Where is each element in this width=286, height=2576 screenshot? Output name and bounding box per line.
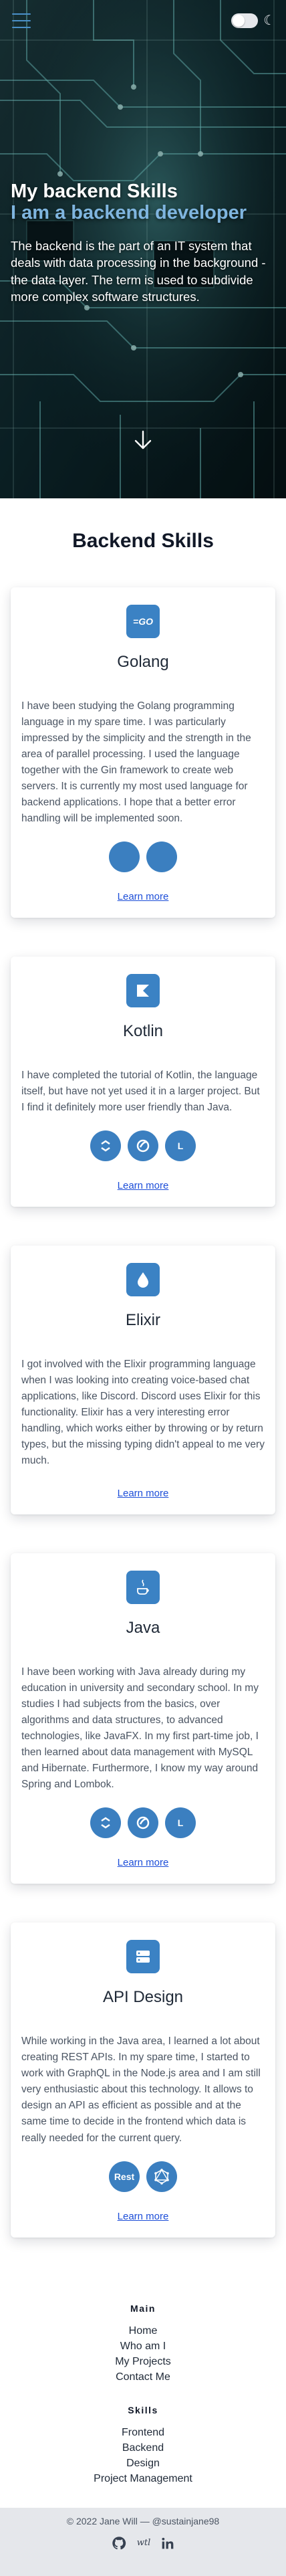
footer: Main Home Who am I My Projects Contact M… bbox=[0, 2303, 286, 2576]
arrow-down-icon[interactable] bbox=[132, 429, 154, 451]
github-icon[interactable] bbox=[112, 2536, 126, 2551]
hero-text: My backend Skills I am a backend develop… bbox=[11, 181, 277, 306]
tech-badge-hibernate bbox=[90, 1130, 121, 1162]
footer-bottom-bar: © 2022 Jane Will — @sustainjane98 wtl bbox=[0, 2507, 286, 2576]
footer-link-my-projects[interactable]: My Projects bbox=[0, 2354, 286, 2369]
learn-more-link[interactable]: Learn more bbox=[118, 891, 169, 902]
hero-banner: ☾ My backend Skills I am a backend devel… bbox=[0, 0, 286, 498]
elixir-drop-icon bbox=[126, 1263, 160, 1297]
learn-more-link[interactable]: Learn more bbox=[118, 1488, 169, 1499]
moon-icon: ☾ bbox=[263, 13, 275, 28]
tech-list bbox=[21, 841, 265, 873]
footer-link-who-am-i[interactable]: Who am I bbox=[0, 2339, 286, 2354]
footer-link-project-management[interactable]: Project Management bbox=[0, 2471, 286, 2486]
footer-navigation: Main Home Who am I My Projects Contact M… bbox=[0, 2303, 286, 2486]
tech-list: L bbox=[21, 1807, 265, 1839]
tech-badge-gin bbox=[146, 841, 177, 873]
skill-description: I have been working with Java already du… bbox=[21, 1666, 259, 1791]
footer-main-heading: Main bbox=[130, 2302, 156, 2314]
svg-text:=GO: =GO bbox=[133, 616, 153, 627]
skill-title: Golang bbox=[117, 653, 169, 671]
skill-card-kotlin: Kotlin I have completed the tutorial of … bbox=[11, 957, 275, 1207]
skills-section: Backend Skills =GO Golang I have been st… bbox=[0, 530, 286, 2238]
kotlin-icon bbox=[126, 974, 160, 1008]
skill-description: While working in the Java area, I learne… bbox=[21, 2036, 261, 2144]
tech-badge-lombok: L bbox=[165, 1807, 196, 1839]
java-cup-icon bbox=[126, 1571, 160, 1605]
top-navigation: ☾ bbox=[0, 0, 286, 41]
tech-badge-golang bbox=[109, 841, 140, 873]
footer-skills-heading: Skills bbox=[128, 2404, 158, 2415]
tech-list: Rest bbox=[21, 2161, 265, 2192]
skill-card-elixir: Elixir I got involved with the Elixir pr… bbox=[11, 1246, 275, 1515]
skill-title: Kotlin bbox=[122, 1022, 164, 1041]
skill-description: I have been studying the Golang programm… bbox=[21, 700, 251, 825]
skill-description: I have completed the tutorial of Kotlin,… bbox=[21, 1070, 260, 1114]
footer-link-design[interactable]: Design bbox=[0, 2456, 286, 2471]
hero-title: My backend Skills bbox=[11, 181, 178, 202]
skill-card-java: Java I have been working with Java alrea… bbox=[11, 1553, 275, 1884]
dark-mode-toggle[interactable] bbox=[231, 13, 259, 28]
learn-more-link[interactable]: Learn more bbox=[118, 1180, 169, 1191]
hero-description: The backend is the part of an IT system … bbox=[11, 238, 266, 304]
tech-badge-rest: Rest bbox=[109, 2161, 140, 2192]
hero-subtitle: I am a backend developer bbox=[11, 202, 247, 224]
tech-badge-spring bbox=[128, 1807, 158, 1839]
learn-more-link[interactable]: Learn more bbox=[118, 1857, 169, 1868]
go-icon: =GO bbox=[126, 605, 160, 638]
hamburger-menu-icon[interactable] bbox=[12, 13, 31, 28]
wtl-icon[interactable]: wtl bbox=[137, 2538, 151, 2548]
footer-link-frontend[interactable]: Frontend bbox=[0, 2425, 286, 2440]
tech-badge-hibernate bbox=[90, 1807, 121, 1839]
footer-link-contact-me[interactable]: Contact Me bbox=[0, 2369, 286, 2385]
footer-link-backend[interactable]: Backend bbox=[0, 2440, 286, 2456]
tech-list: L bbox=[21, 1130, 265, 1162]
tech-badge-lombok: L bbox=[165, 1130, 196, 1162]
tech-badge-spring bbox=[128, 1130, 158, 1162]
learn-more-link[interactable]: Learn more bbox=[118, 2211, 169, 2222]
skill-card-api-design: API Design While working in the Java are… bbox=[11, 1922, 275, 2238]
skill-title: Elixir bbox=[126, 1311, 160, 1330]
footer-link-home[interactable]: Home bbox=[0, 2323, 286, 2339]
linkedin-icon[interactable] bbox=[161, 2537, 174, 2550]
api-server-icon bbox=[126, 1940, 160, 1974]
copyright-text: © 2022 Jane Will — @sustainjane98 bbox=[66, 2515, 220, 2527]
graphql-icon bbox=[146, 2161, 177, 2192]
social-links: wtl bbox=[0, 2536, 286, 2551]
skill-description: I got involved with the Elixir programmi… bbox=[21, 1359, 265, 1467]
skill-title: API Design bbox=[102, 1988, 184, 2007]
skill-title: Java bbox=[126, 1619, 160, 1638]
theme-switch: ☾ bbox=[231, 13, 275, 28]
skill-card-golang: =GO Golang I have been studying the Gola… bbox=[11, 587, 275, 918]
section-title: Backend Skills bbox=[72, 530, 214, 552]
